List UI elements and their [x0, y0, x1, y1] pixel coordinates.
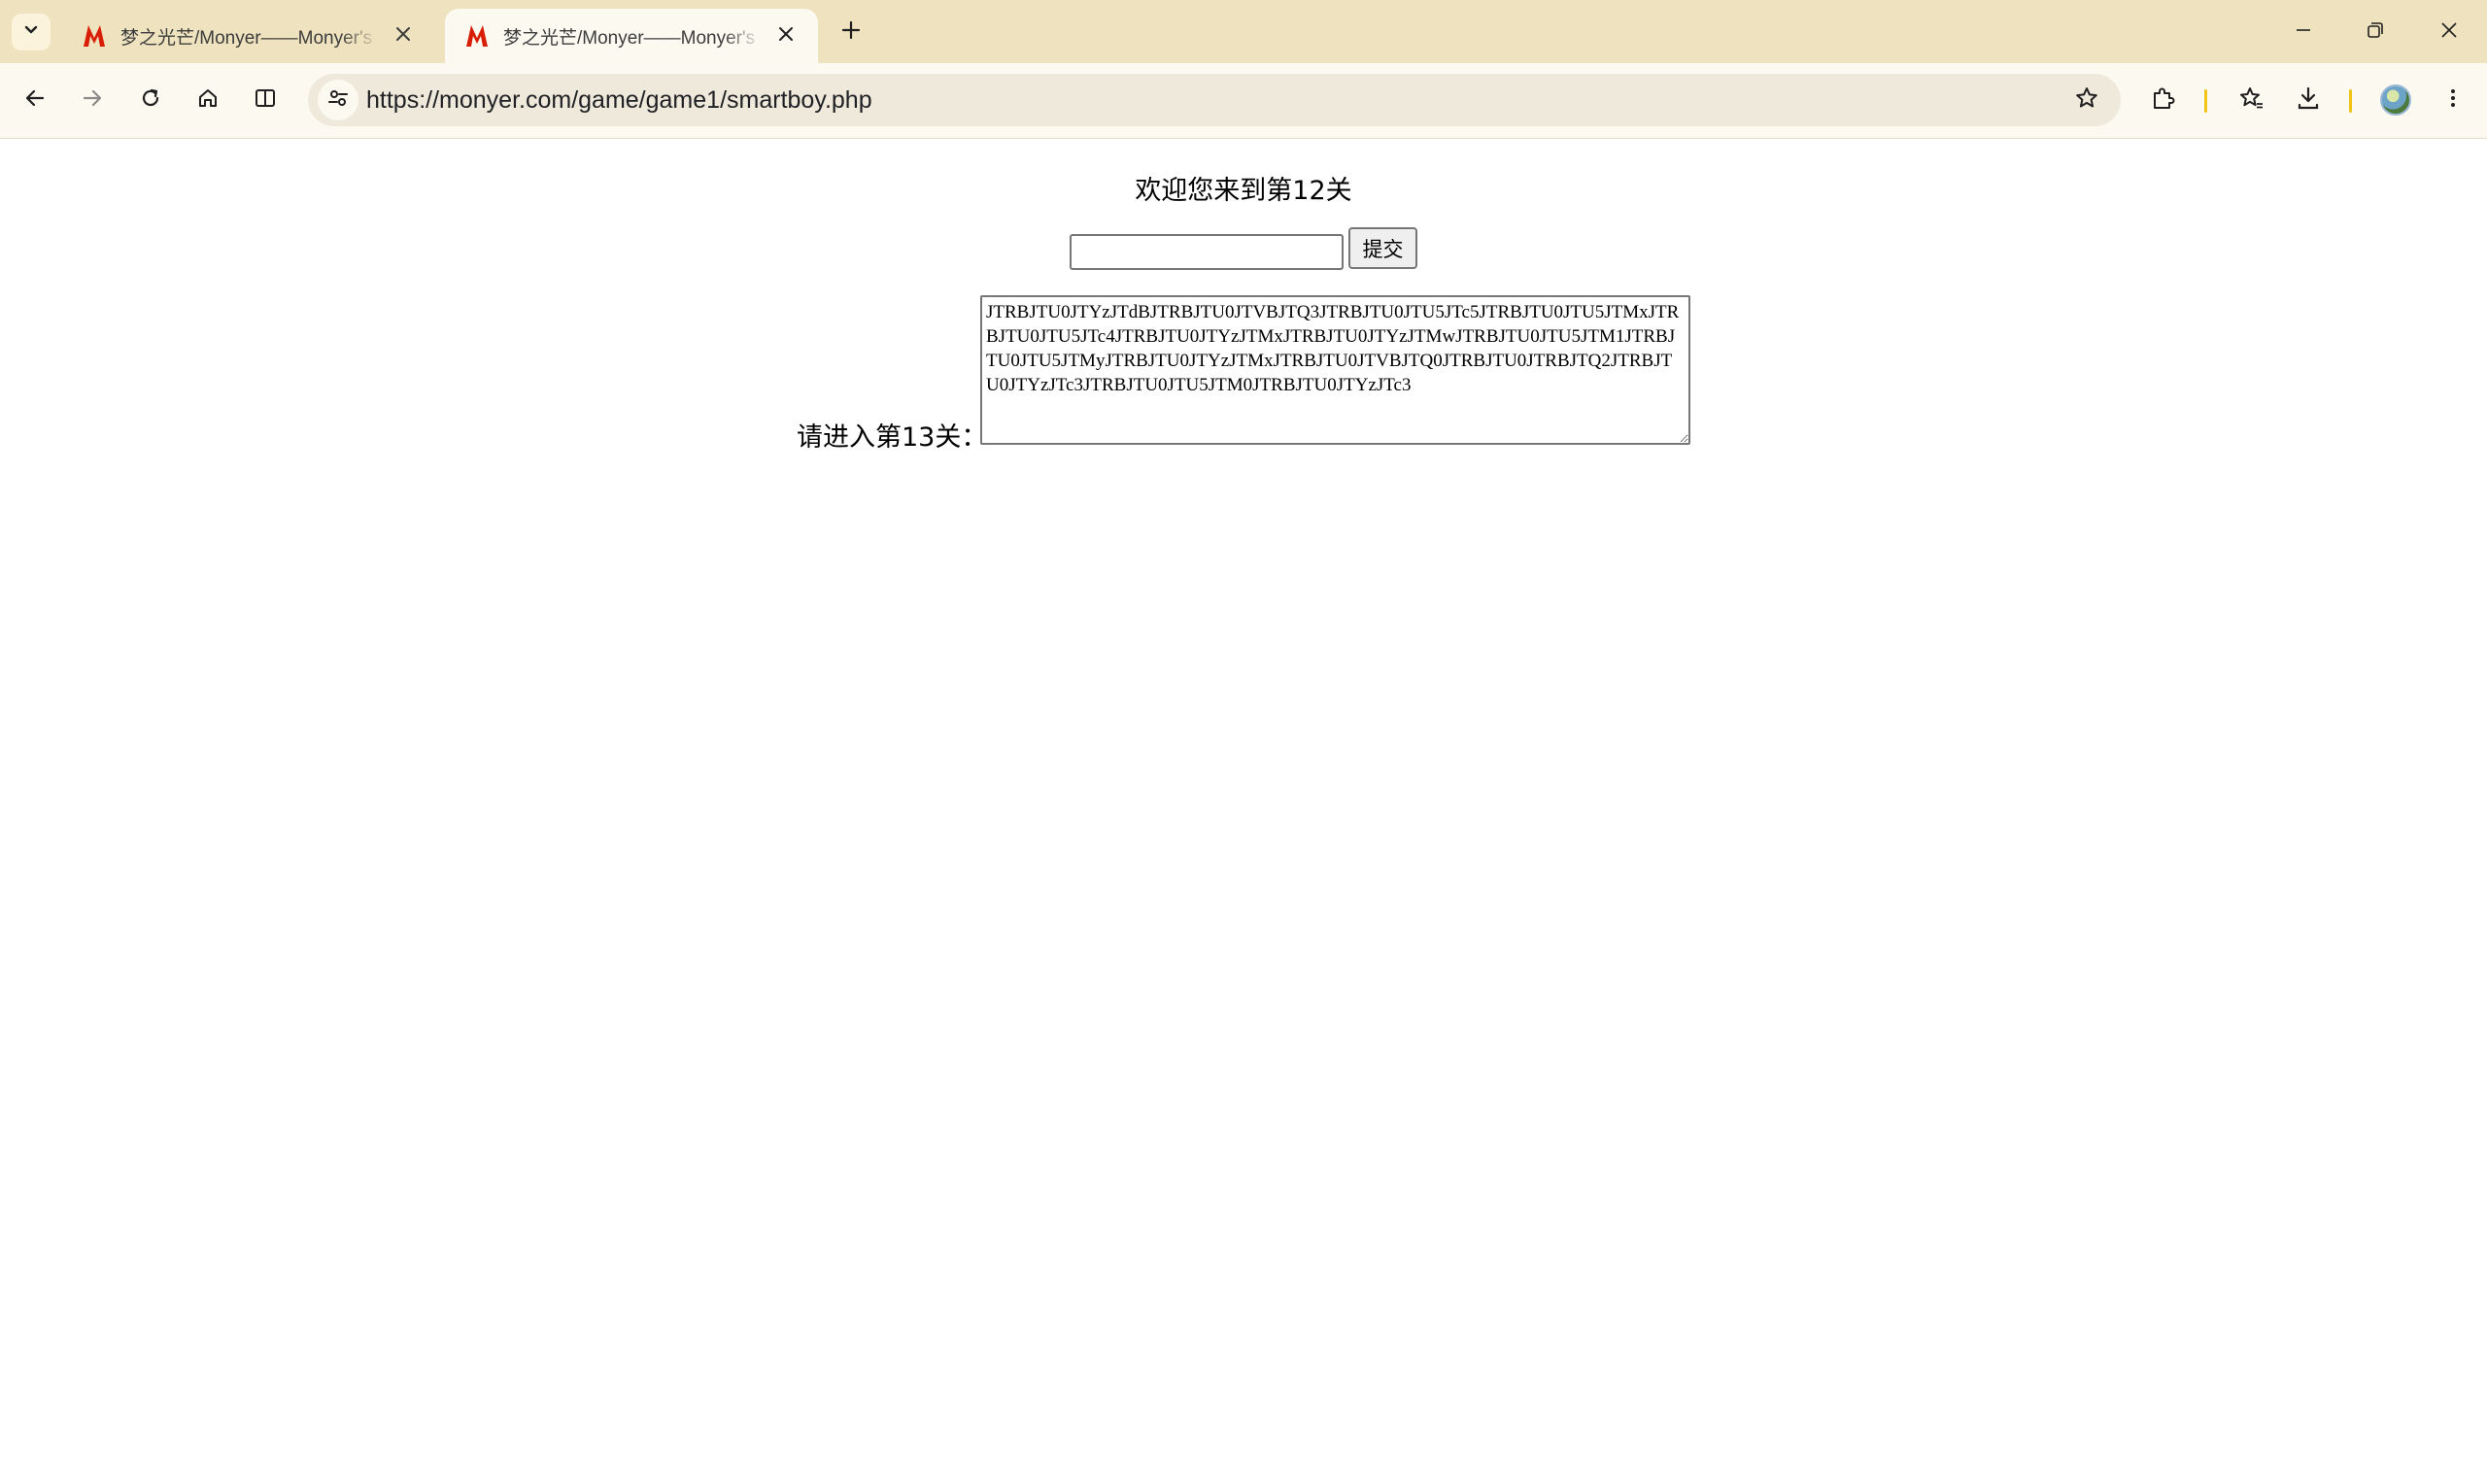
new-tab-button[interactable] [832, 14, 870, 51]
tab-strip: 梦之光芒/Monyer——Monyer's Game 梦之光芒/Monyer——… [0, 0, 2487, 63]
tab-active[interactable]: 梦之光芒/Monyer——Monyer's Game [445, 9, 818, 63]
forward-button[interactable] [70, 78, 115, 122]
tab-search-button[interactable] [12, 14, 51, 51]
plus-icon [840, 19, 862, 45]
star-icon [2074, 85, 2099, 115]
site-info-button[interactable] [318, 80, 358, 120]
download-icon [2295, 84, 2322, 116]
menu-button[interactable] [2431, 78, 2475, 122]
minimize-icon [2294, 20, 2313, 44]
home-icon [195, 85, 221, 115]
downloads-button[interactable] [2286, 78, 2331, 122]
address-bar[interactable]: https://monyer.com/game/game1/smartboy.p… [308, 74, 2121, 126]
profile-avatar[interactable] [2380, 84, 2411, 116]
toolbar-separator [2349, 89, 2352, 113]
close-icon [2439, 20, 2459, 44]
reload-button[interactable] [128, 78, 173, 122]
split-view-button[interactable] [243, 78, 288, 122]
bookmark-star-button[interactable] [2066, 80, 2107, 120]
tab-title: 梦之光芒/Monyer——Monyer's Game [120, 27, 379, 49]
back-button[interactable] [13, 78, 57, 122]
minimize-button[interactable] [2267, 0, 2339, 63]
tab-close-button[interactable] [389, 21, 418, 51]
tab-close-button[interactable] [771, 21, 801, 51]
cipher-textarea[interactable]: JTRBJTU0JTYzJTdBJTRBJTU0JTVBJTQ3JTRBJTU0… [980, 295, 1690, 445]
close-icon [394, 25, 412, 47]
arrow-right-icon [80, 85, 105, 115]
tab-title: 梦之光芒/Monyer——Monyer's Game [503, 27, 762, 49]
url-text[interactable]: https://monyer.com/game/game1/smartboy.p… [366, 74, 872, 126]
arrow-left-icon [22, 85, 48, 115]
answer-input[interactable] [1070, 234, 1344, 270]
welcome-heading: 欢迎您来到第12关 [1135, 176, 1352, 206]
chevron-down-icon [21, 20, 41, 44]
home-button[interactable] [186, 78, 230, 122]
tab-inactive[interactable]: 梦之光芒/Monyer——Monyer's Game [62, 9, 435, 63]
close-icon [777, 25, 795, 47]
monyer-favicon-icon [462, 21, 492, 51]
submit-button[interactable]: 提交 [1348, 227, 1417, 269]
close-window-button[interactable] [2413, 0, 2485, 63]
monyer-favicon-icon [80, 21, 109, 51]
split-view-icon [253, 85, 278, 115]
page-content: 欢迎您来到第12关 提交 请进入第13关： JTRBJTU0JTYzJTdBJT… [0, 140, 2487, 1484]
tune-icon [326, 86, 350, 114]
toolbar-separator [2204, 89, 2207, 113]
restore-button[interactable] [2339, 0, 2411, 63]
browser-toolbar: https://monyer.com/game/game1/smartboy.p… [0, 63, 2487, 139]
favorites-button[interactable] [2229, 78, 2273, 122]
extensions-button[interactable] [2141, 78, 2186, 122]
reload-icon [138, 85, 163, 115]
restore-icon [2366, 20, 2385, 44]
favorites-star-icon [2237, 84, 2265, 116]
more-vertical-icon [2440, 85, 2466, 115]
next-level-label: 请进入第13关： [797, 422, 988, 453]
puzzle-icon [2150, 84, 2177, 116]
